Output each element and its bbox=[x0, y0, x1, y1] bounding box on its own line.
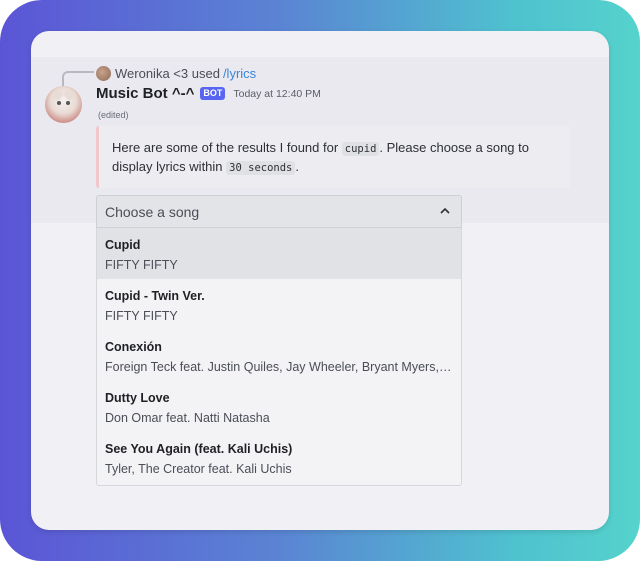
query-code: cupid bbox=[341, 142, 380, 156]
song-title: Cupid - Twin Ver. bbox=[105, 289, 205, 303]
song-title: Dutty Love bbox=[105, 391, 170, 405]
song-title: See You Again (feat. Kali Uchis) bbox=[105, 442, 293, 456]
song-title: Cupid bbox=[105, 238, 141, 252]
reply-avatar bbox=[96, 65, 111, 81]
bot-badge: BOT bbox=[200, 87, 226, 100]
song-option[interactable]: Dutty Love Don Omar feat. Natti Natasha bbox=[97, 381, 461, 432]
song-option[interactable]: Cupid FIFTY FIFTY bbox=[97, 228, 461, 279]
select-placeholder: Choose a song bbox=[105, 203, 200, 220]
message-timestamp: Today at 12:40 PM bbox=[233, 87, 321, 100]
song-artist: Foreign Teck feat. Justin Quiles, Jay Wh… bbox=[105, 360, 453, 374]
song-option[interactable]: Cupid - Twin Ver. FIFTY FIFTY bbox=[97, 279, 461, 330]
time-limit-code: 30 seconds bbox=[226, 161, 296, 175]
reply-connector bbox=[62, 71, 94, 87]
song-option[interactable]: See You Again (feat. Kali Uchis) Tyler, … bbox=[97, 432, 461, 483]
embed: Here are some of the results I found for… bbox=[96, 126, 570, 188]
song-option[interactable]: Conexión Foreign Teck feat. Justin Quile… bbox=[97, 330, 461, 381]
reply-used-text: used bbox=[191, 65, 220, 81]
reply-username[interactable]: Weronika <3 bbox=[115, 66, 188, 81]
song-artist: Don Omar feat. Natti Natasha bbox=[105, 411, 270, 425]
song-select[interactable]: Choose a song bbox=[96, 195, 462, 228]
embed-text-1: Here are some of the results I found for bbox=[112, 140, 342, 155]
bot-avatar[interactable] bbox=[45, 86, 82, 123]
song-artist: FIFTY FIFTY bbox=[105, 258, 178, 272]
song-title: Conexión bbox=[105, 340, 162, 354]
reply-command[interactable]: /lyrics bbox=[223, 66, 256, 81]
song-artist: Tyler, The Creator feat. Kali Uchis bbox=[105, 462, 292, 476]
song-options-list: Cupid FIFTY FIFTY Cupid - Twin Ver. FIFT… bbox=[96, 228, 462, 486]
reply-reference[interactable]: Weronika <3 used /lyrics bbox=[96, 64, 256, 82]
bot-username[interactable]: Music Bot ^-^ bbox=[96, 85, 194, 102]
edited-label: (edited) bbox=[98, 110, 129, 120]
message-header: Music Bot ^-^ BOT Today at 12:40 PM bbox=[96, 85, 321, 102]
embed-text-3: . bbox=[295, 159, 299, 174]
chevron-up-icon[interactable] bbox=[439, 206, 451, 216]
song-artist: FIFTY FIFTY bbox=[105, 309, 178, 323]
